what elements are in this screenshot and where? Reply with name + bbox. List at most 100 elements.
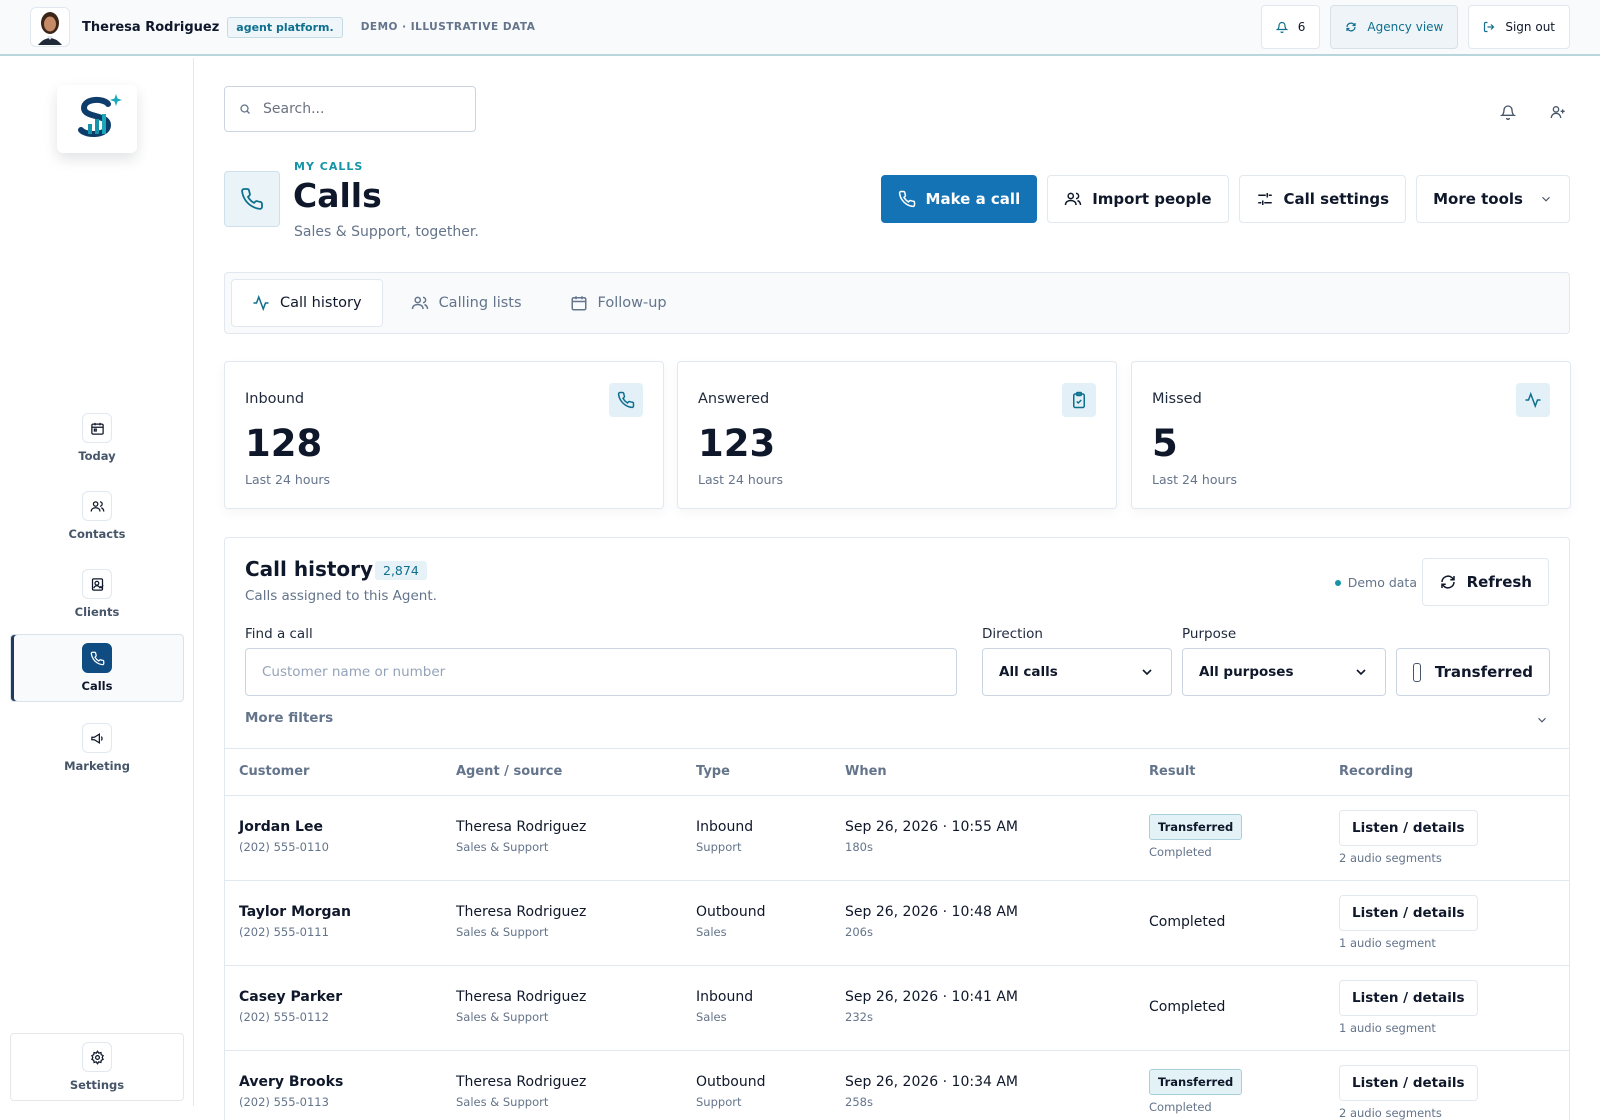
activity-icon <box>1516 383 1550 417</box>
sidebar-item-label: Clients <box>74 605 120 619</box>
sidebar-item-clients[interactable]: Clients <box>10 560 184 628</box>
transferred-filter[interactable]: Transferred <box>1396 648 1550 696</box>
chevron-down-icon <box>1542 196 1550 202</box>
tab-call-history[interactable]: Call history <box>231 279 383 327</box>
add-user-button[interactable] <box>1548 102 1568 122</box>
audio-segments: 2 audio segments <box>1339 851 1442 865</box>
section-title: Call history <box>245 557 374 581</box>
call-settings-button[interactable]: Call settings <box>1238 175 1407 223</box>
transferred-label: Transferred <box>1434 663 1533 681</box>
app-logo[interactable] <box>57 85 137 153</box>
sign-out-button[interactable]: Sign out <box>1468 5 1570 49</box>
call-purpose: Support <box>696 1095 742 1109</box>
agent-cell: Theresa Rodriguez Sales & Support <box>456 1074 586 1109</box>
top-bar: Theresa Rodriguez agent platform. DEMO ·… <box>0 0 1600 56</box>
stat-value: 123 <box>698 422 776 465</box>
column-header: Agent / source <box>456 764 563 779</box>
listen-details-button[interactable]: Listen / details <box>1339 1065 1478 1101</box>
phone-icon <box>898 190 915 208</box>
customer-cell: Taylor Morgan (202) 555-0111 <box>239 904 351 939</box>
find-call-input[interactable] <box>262 664 940 680</box>
direction-select[interactable]: All calls <box>982 648 1172 696</box>
refresh-button[interactable]: Refresh <box>1421 558 1549 606</box>
gear-icon <box>82 1042 112 1072</box>
table-row[interactable]: Casey Parker (202) 555-0112 Theresa Rodr… <box>225 966 1569 1051</box>
find-call-field[interactable] <box>245 648 957 696</box>
transferred-badge: Transferred <box>1149 814 1243 840</box>
find-call-label: Find a call <box>245 626 313 642</box>
when-cell: Sep 26, 2026 · 10:41 AM 232s <box>845 989 1018 1024</box>
call-result: Completed <box>1149 1100 1212 1114</box>
sidebar-item-marketing[interactable]: Marketing <box>10 714 184 782</box>
table-row[interactable]: Taylor Morgan (202) 555-0111 Theresa Rod… <box>225 881 1569 966</box>
purpose-label: Purpose <box>1182 626 1237 642</box>
stat-label: Answered <box>698 391 770 407</box>
sign-out-label: Sign out <box>1505 20 1555 34</box>
customer-name: Jordan Lee <box>239 819 323 835</box>
listen-details-button[interactable]: Listen / details <box>1339 980 1478 1016</box>
page-phone-icon <box>224 171 280 227</box>
page-subtitle: Sales & Support, together. <box>294 224 479 240</box>
customer-name: Casey Parker <box>239 989 343 1005</box>
more-tools-button[interactable]: More tools <box>1416 175 1570 223</box>
result-cell: Completed <box>1149 999 1225 1015</box>
sidebar-item-label: Today <box>78 449 116 463</box>
agency-view-button[interactable]: Agency view <box>1330 5 1459 49</box>
avatar-photo-icon <box>38 12 62 45</box>
bell-icon <box>1275 21 1288 33</box>
make-call-button[interactable]: Make a call <box>880 175 1038 223</box>
result-cell: Completed <box>1149 914 1225 930</box>
phone-icon <box>609 383 643 417</box>
column-header: Result <box>1149 764 1196 779</box>
make-call-label: Make a call <box>925 190 1021 208</box>
header-bell-button[interactable] <box>1498 102 1518 122</box>
stat-value: 5 <box>1152 422 1178 465</box>
logo-icon <box>78 94 122 137</box>
sidebar-item-today[interactable]: Today <box>10 404 184 472</box>
search-input[interactable] <box>263 101 443 117</box>
refresh-label: Refresh <box>1466 573 1532 591</box>
chevron-down-icon[interactable] <box>1535 713 1549 727</box>
table-row[interactable]: Avery Brooks (202) 555-0113 Theresa Rodr… <box>225 1051 1569 1120</box>
call-type: Outbound <box>696 904 766 920</box>
direction-value: All calls <box>999 664 1058 680</box>
when-cell: Sep 26, 2026 · 10:55 AM 180s <box>845 819 1018 854</box>
transferred-checkbox[interactable] <box>1413 662 1421 682</box>
stat-card-missed: Missed 5 Last 24 hours <box>1131 361 1571 509</box>
more-filters-toggle[interactable]: More filters <box>245 710 333 726</box>
recording-cell: Listen / details 1 audio segment <box>1339 980 1478 1035</box>
customer-phone: (202) 555-0110 <box>239 840 329 854</box>
notifications-count: 6 <box>1297 20 1306 34</box>
tab-follow-up[interactable]: Follow-up <box>550 279 687 327</box>
refresh-icon <box>1440 575 1455 589</box>
listen-details-button[interactable]: Listen / details <box>1339 895 1478 931</box>
sliders-icon <box>1257 193 1272 205</box>
avatar[interactable] <box>30 7 70 47</box>
demo-data-label: Demo data <box>1347 575 1417 590</box>
import-people-button[interactable]: Import people <box>1047 175 1229 223</box>
sidebar-item-calls[interactable]: Calls <box>10 634 184 702</box>
recording-cell: Listen / details 2 audio segments <box>1339 1065 1478 1120</box>
user-name: Theresa Rodriguez <box>82 19 220 35</box>
customer-name: Avery Brooks <box>239 1074 344 1090</box>
table-header: Customer Agent / source Type When Result… <box>225 748 1569 796</box>
listen-details-button[interactable]: Listen / details <box>1339 810 1478 846</box>
global-search[interactable] <box>224 86 476 132</box>
agency-view-label: Agency view <box>1367 20 1444 34</box>
client-card-icon <box>82 569 112 599</box>
sign-out-icon <box>1484 21 1495 33</box>
purpose-select[interactable]: All purposes <box>1182 648 1386 696</box>
megaphone-icon <box>82 723 112 753</box>
table-row[interactable]: Jordan Lee (202) 555-0110 Theresa Rodrig… <box>225 796 1569 881</box>
stat-period: Last 24 hours <box>245 472 331 487</box>
calendar-icon <box>82 413 112 443</box>
column-header: Recording <box>1339 764 1414 779</box>
purpose-value: All purposes <box>1199 664 1294 680</box>
customer-phone: (202) 555-0112 <box>239 1010 329 1024</box>
sidebar-item-contacts[interactable]: Contacts <box>10 482 184 550</box>
chevron-down-icon <box>1356 669 1366 676</box>
notifications-button[interactable]: 6 <box>1260 5 1321 49</box>
tab-calling-lists[interactable]: Calling lists <box>391 279 542 327</box>
sidebar-item-settings[interactable]: Settings <box>10 1033 184 1101</box>
more-tools-label: More tools <box>1433 190 1523 208</box>
